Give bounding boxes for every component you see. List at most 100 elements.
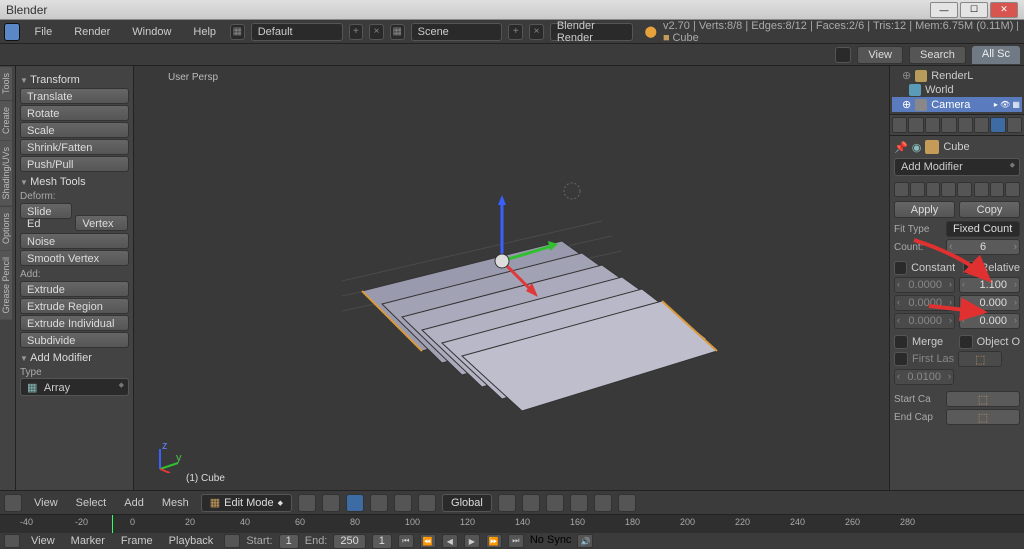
noise-button[interactable]: Noise	[20, 233, 129, 249]
select-vert-icon[interactable]	[346, 494, 364, 512]
prop-tab-constraints[interactable]	[974, 117, 989, 133]
prop-tab-world[interactable]	[941, 117, 956, 133]
scene-del-button[interactable]: ×	[529, 24, 544, 40]
outliner-row-world[interactable]: World	[892, 83, 1022, 97]
snap-icon[interactable]	[546, 494, 564, 512]
jump-end-icon[interactable]: ⏭	[508, 534, 524, 548]
outliner-row-camera[interactable]: ⊕Camera▸ 👁 ▦	[892, 97, 1022, 112]
mod-editmode-icon[interactable]	[941, 182, 956, 197]
vp-menu-view[interactable]: View	[28, 495, 64, 511]
shrink-fatten-button[interactable]: Shrink/Fatten	[20, 139, 129, 155]
start-cap-picker[interactable]: ⬚	[946, 391, 1020, 407]
tl-menu-marker[interactable]: Marker	[66, 535, 110, 547]
extrude-button[interactable]: Extrude	[20, 281, 129, 297]
select-face-icon[interactable]	[394, 494, 412, 512]
end-cap-picker[interactable]: ⬚	[946, 409, 1020, 425]
shading-mode-icon[interactable]	[298, 494, 316, 512]
mod-movedown-icon[interactable]	[990, 182, 1005, 197]
tab-options[interactable]: Options	[0, 207, 12, 250]
menu-help[interactable]: Help	[185, 24, 224, 40]
mod-realtime-icon[interactable]	[926, 182, 941, 197]
tab-grease-pencil[interactable]: Grease Pencil	[0, 251, 12, 320]
select-edge-icon[interactable]	[370, 494, 388, 512]
timeline-editor-icon[interactable]	[4, 534, 20, 548]
push-pull-button[interactable]: Push/Pull	[20, 156, 129, 172]
prop-tab-scene[interactable]	[925, 117, 940, 133]
maximize-button[interactable]: ☐	[960, 2, 988, 18]
constant-offset-checkbox[interactable]	[894, 261, 907, 275]
prop-tab-render[interactable]	[892, 117, 907, 133]
menu-render[interactable]: Render	[66, 24, 118, 40]
relative-y-input[interactable]: 0.000	[959, 295, 1020, 311]
count-input[interactable]: 6	[946, 239, 1020, 255]
copy-button[interactable]: Copy	[959, 201, 1020, 218]
mode-dropdown[interactable]: ▦Edit Mode◆	[201, 494, 292, 512]
vp-menu-select[interactable]: Select	[70, 495, 113, 511]
meshtools-panel-header[interactable]: Mesh Tools	[20, 176, 129, 188]
prop-tab-layers[interactable]	[908, 117, 923, 133]
translate-button[interactable]: Translate	[20, 88, 129, 104]
outliner-view-menu[interactable]: View	[857, 46, 903, 64]
current-frame-input[interactable]: 1	[372, 534, 392, 549]
operator-panel-header[interactable]: Add Modifier	[20, 352, 129, 364]
tab-create[interactable]: Create	[0, 101, 12, 140]
apply-button[interactable]: Apply	[894, 201, 955, 218]
prop-tab-object[interactable]	[958, 117, 973, 133]
pin-icon[interactable]: 📌	[894, 141, 908, 154]
smooth-vertex-button[interactable]: Smooth Vertex	[20, 250, 129, 266]
render-border-icon[interactable]	[594, 494, 612, 512]
constant-z-input[interactable]: 0.0000	[894, 313, 955, 329]
modifier-type-dropdown[interactable]: ▦ Array	[20, 378, 129, 396]
layout-add-button[interactable]: +	[349, 24, 364, 40]
mod-render-icon[interactable]	[910, 182, 925, 197]
end-frame-input[interactable]: 250	[333, 534, 365, 549]
sync-dropdown[interactable]: No Sync	[530, 534, 572, 549]
limit-selection-icon[interactable]	[418, 494, 436, 512]
subdivide-button[interactable]: Subdivide	[20, 332, 129, 348]
extrude-region-button[interactable]: Extrude Region	[20, 298, 129, 314]
mod-delete-icon[interactable]	[1005, 182, 1020, 197]
mod-cage-icon[interactable]	[957, 182, 972, 197]
layout-dropdown[interactable]: Default	[251, 23, 343, 41]
slide-edge-button[interactable]: Slide Ed	[20, 203, 72, 219]
scene-browse-icon[interactable]: ▦	[390, 24, 405, 40]
object-offset-checkbox[interactable]	[959, 335, 973, 349]
constant-y-input[interactable]: 0.0000	[894, 295, 955, 311]
prop-tab-modifiers[interactable]	[990, 117, 1005, 133]
prev-key-icon[interactable]: ⏪	[420, 534, 436, 548]
vp-menu-mesh[interactable]: Mesh	[156, 495, 195, 511]
relative-offset-checkbox[interactable]	[963, 261, 976, 275]
relative-z-input[interactable]: 0.000	[959, 313, 1020, 329]
scene-add-button[interactable]: +	[508, 24, 523, 40]
menu-file[interactable]: File	[26, 24, 60, 40]
start-frame-input[interactable]: 1	[279, 534, 299, 549]
render-engine-dropdown[interactable]: Blender Render	[550, 23, 633, 41]
layers-icon[interactable]	[522, 494, 540, 512]
manipulator-icon[interactable]	[498, 494, 516, 512]
first-last-checkbox[interactable]	[894, 352, 908, 366]
outliner-row-renderlayers[interactable]: ⊕RenderL	[892, 68, 1022, 83]
object-offset-picker[interactable]: ⬚	[958, 351, 1002, 367]
vp-menu-add[interactable]: Add	[118, 495, 150, 511]
scene-dropdown[interactable]: Scene	[411, 23, 503, 41]
tl-menu-view[interactable]: View	[26, 535, 60, 547]
viewport-3d[interactable]: User Persp	[134, 66, 889, 490]
proportional-icon[interactable]	[570, 494, 588, 512]
mod-moveup-icon[interactable]	[974, 182, 989, 197]
tab-tools[interactable]: Tools	[0, 67, 12, 100]
opengl-render-icon[interactable]	[618, 494, 636, 512]
outliner-type-icon[interactable]	[835, 47, 851, 63]
blender-logo-icon[interactable]	[4, 23, 20, 41]
outliner-search-menu[interactable]: Search	[909, 46, 966, 64]
tl-menu-frame[interactable]: Frame	[116, 535, 158, 547]
screen-browse-icon[interactable]: ▦	[230, 24, 245, 40]
orientation-dropdown[interactable]: Global	[442, 494, 492, 512]
relative-x-input[interactable]: 1.100	[959, 277, 1020, 293]
pivot-icon[interactable]	[322, 494, 340, 512]
outliner-filter-tab[interactable]: All Sc	[972, 46, 1020, 64]
editor-type-icon[interactable]	[4, 494, 22, 512]
scale-button[interactable]: Scale	[20, 122, 129, 138]
merge-distance-input[interactable]: 0.0100	[894, 369, 954, 385]
jump-start-icon[interactable]: ⏮	[398, 534, 414, 548]
rotate-button[interactable]: Rotate	[20, 105, 129, 121]
